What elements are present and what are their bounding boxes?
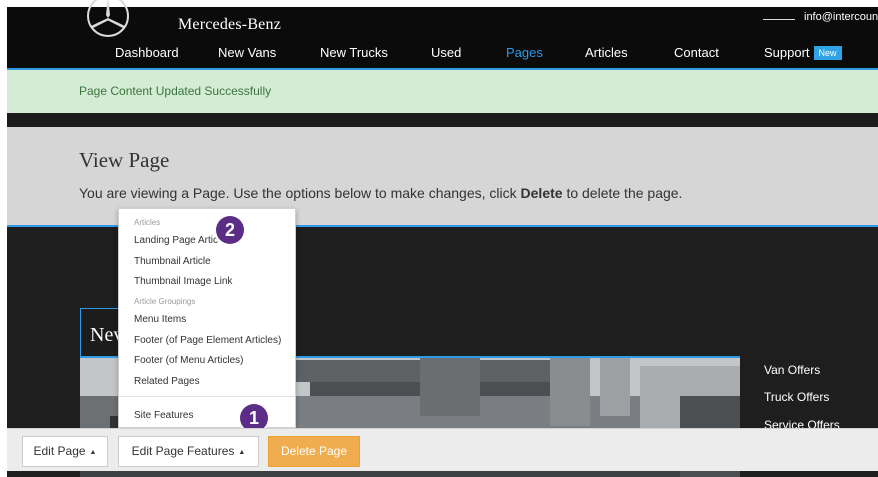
- mercedes-star-icon[interactable]: [85, 0, 131, 39]
- menu-item-thumbnail-image-link[interactable]: Thumbnail Image Link: [134, 276, 232, 287]
- dark-strip: [7, 113, 878, 127]
- caret-up-icon: ▲: [89, 449, 97, 456]
- menu-item-landing-page-article[interactable]: Landing Page Artic: [134, 235, 218, 246]
- menu-item-thumbnail-article[interactable]: Thumbnail Article: [134, 256, 211, 267]
- nav-new-trucks[interactable]: New Trucks: [320, 45, 388, 60]
- brand-name: Mercedes-Benz: [178, 16, 281, 33]
- nav-new-vans[interactable]: New Vans: [218, 45, 276, 60]
- success-message: Page Content Updated Successfully: [79, 84, 272, 98]
- menu-item-related-pages[interactable]: Related Pages: [134, 376, 200, 387]
- edit-page-features-label: Edit Page Features: [131, 444, 235, 458]
- nav-dashboard[interactable]: Dashboard: [115, 45, 179, 60]
- new-badge: New: [813, 46, 842, 60]
- menu-item-menu-items[interactable]: Menu Items: [134, 314, 186, 325]
- description-prefix: You are viewing a Page. Use the options …: [79, 185, 521, 201]
- edit-page-button[interactable]: Edit Page ▲: [22, 436, 108, 467]
- edit-page-label: Edit Page: [33, 444, 86, 458]
- menu-item-footer-menu-articles[interactable]: Footer (of Menu Articles): [134, 355, 243, 366]
- delete-page-button[interactable]: Delete Page: [268, 436, 360, 467]
- nav-articles[interactable]: Articles: [585, 45, 628, 60]
- menu-divider: [119, 396, 295, 397]
- contact-divider: [763, 19, 795, 20]
- edit-features-dropdown: Articles Landing Page Artic Thumbnail Ar…: [118, 208, 296, 428]
- success-alert: Page Content Updated Successfully: [7, 70, 878, 113]
- page-description: You are viewing a Page. Use the options …: [79, 185, 682, 201]
- nav-pages[interactable]: Pages: [506, 45, 543, 60]
- truck-offers-link[interactable]: Truck Offers: [764, 390, 829, 404]
- caret-up-icon: ▲: [238, 449, 246, 456]
- contact-email[interactable]: info@intercoun: [804, 11, 878, 23]
- nav-support-label: Support: [764, 45, 810, 60]
- menu-header-articles: Articles: [134, 218, 161, 227]
- nav-support[interactable]: Support New: [764, 45, 842, 60]
- cms-page: Mercedes-Benz info@intercoun Dashboard N…: [0, 0, 878, 477]
- callout-marker-2: 2: [216, 216, 244, 244]
- nav-used[interactable]: Used: [431, 45, 461, 60]
- description-delete-keyword: Delete: [520, 185, 563, 201]
- menu-header-article-groupings: Article Groupings: [134, 297, 196, 306]
- menu-item-footer-page-element-articles[interactable]: Footer (of Page Element Articles): [134, 335, 281, 346]
- nav-contact[interactable]: Contact: [674, 45, 719, 60]
- page-title: View Page: [79, 148, 170, 172]
- description-suffix: to delete the page.: [562, 185, 683, 201]
- menu-item-site-features[interactable]: Site Features: [134, 410, 193, 421]
- van-offers-link[interactable]: Van Offers: [764, 363, 820, 377]
- edit-page-features-button[interactable]: Edit Page Features ▲: [118, 436, 259, 467]
- main-nav: Dashboard New Vans New Trucks Used Pages…: [7, 45, 878, 65]
- site-header: Mercedes-Benz info@intercoun Dashboard N…: [7, 0, 878, 68]
